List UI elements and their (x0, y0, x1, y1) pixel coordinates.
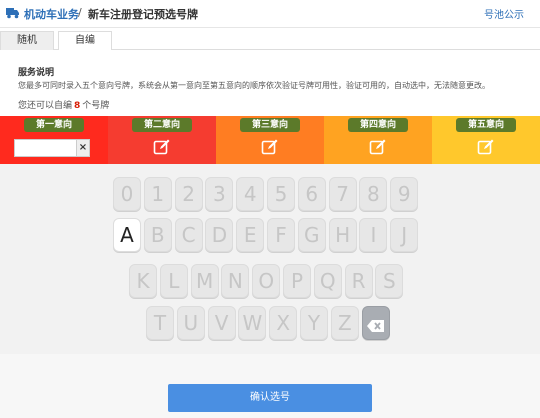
clear-input-button[interactable]: × (76, 139, 90, 157)
key-9[interactable]: 9 (390, 177, 419, 211)
key-l[interactable]: L (159, 264, 188, 298)
intention-label-5: 第五意向 (456, 118, 516, 132)
key-2[interactable]: 2 (174, 177, 203, 211)
edit-icon[interactable] (261, 138, 279, 156)
key-v[interactable]: V (207, 306, 236, 340)
key-c[interactable]: C (174, 218, 203, 252)
intention-slots: 第一意向 × 第二意向 第三意向 第四意向 第五意向 (0, 116, 540, 164)
key-1[interactable]: 1 (143, 177, 172, 211)
intention-slot-1[interactable]: 第一意向 × (0, 116, 108, 164)
edit-icon[interactable] (153, 138, 171, 156)
service-info: 服务说明 您最多可同时录入五个意向号牌，系统会从第一意向至第五意向的顺序依次验证… (0, 50, 540, 116)
tab-random[interactable]: 随机 (0, 31, 54, 51)
confirm-button[interactable]: 确认选号 (168, 384, 372, 412)
truck-icon (6, 8, 19, 19)
key-u[interactable]: U (176, 306, 205, 340)
key-4[interactable]: 4 (236, 177, 265, 211)
intention-label-4: 第四意向 (348, 118, 408, 132)
key-d[interactable]: D (205, 218, 234, 252)
backspace-icon (366, 309, 385, 341)
edit-icon[interactable] (369, 138, 387, 156)
intention-label-3: 第三意向 (240, 118, 300, 132)
key-i[interactable]: I (359, 218, 388, 252)
service-info-title: 服务说明 (18, 68, 55, 78)
key-n[interactable]: N (221, 264, 250, 298)
key-w[interactable]: W (238, 306, 267, 340)
remaining-suffix: 个号牌 (82, 101, 110, 111)
key-m[interactable]: M (190, 264, 219, 298)
delete-key[interactable] (361, 306, 390, 341)
key-z[interactable]: Z (330, 306, 359, 340)
tab-bar: 随机 自编 (0, 28, 540, 51)
key-t[interactable]: T (146, 306, 174, 340)
key-j[interactable]: J (390, 218, 419, 252)
key-g[interactable]: G (297, 218, 326, 252)
key-x[interactable]: X (269, 306, 298, 340)
intention-slot-3[interactable]: 第三意向 (216, 116, 324, 164)
tab-custom[interactable]: 自编 (58, 31, 112, 51)
intention-slot-4[interactable]: 第四意向 (324, 116, 432, 164)
service-info-description: 您最多可同时录入五个意向号牌，系统会从第一意向至第五意向的顺序依次验证号牌可用性… (18, 81, 490, 90)
key-8[interactable]: 8 (359, 177, 388, 211)
remaining-prefix: 您还可以自编 (18, 101, 73, 111)
key-f[interactable]: F (267, 218, 295, 252)
key-q[interactable]: Q (313, 264, 342, 298)
key-y[interactable]: Y (300, 306, 328, 340)
edit-icon[interactable] (477, 138, 495, 156)
key-k[interactable]: K (129, 264, 157, 298)
top-bar: 机动车业务 / 新车注册登记预选号牌 号池公示 (0, 0, 540, 28)
page-title: 新车注册登记预选号牌 (88, 8, 198, 21)
key-0[interactable]: 0 (113, 177, 141, 211)
key-6[interactable]: 6 (297, 177, 326, 211)
key-b[interactable]: B (143, 218, 172, 252)
key-o[interactable]: O (252, 264, 281, 298)
key-a[interactable]: A (113, 218, 141, 252)
key-h[interactable]: H (328, 218, 357, 252)
remaining-count: 8 (74, 101, 81, 111)
key-s[interactable]: S (375, 264, 404, 298)
intention-slot-5[interactable]: 第五意向 (432, 116, 540, 164)
pool-notice-link[interactable]: 号池公示 (484, 6, 524, 21)
remaining-count-text: 您还可以自编 8 个号牌 (18, 98, 109, 111)
breadcrumb-separator: / (78, 6, 82, 19)
intention-label-2: 第二意向 (132, 118, 192, 132)
key-e[interactable]: E (236, 218, 265, 252)
key-3[interactable]: 3 (205, 177, 234, 211)
key-7[interactable]: 7 (328, 177, 357, 211)
key-r[interactable]: R (344, 264, 373, 298)
plate-keyboard: 0123456789 ABCDEFGHIJ KLMNOPQRS TUVWXYZ (0, 164, 540, 354)
key-p[interactable]: P (283, 264, 311, 298)
breadcrumb-vehicle-business[interactable]: 机动车业务 (24, 6, 79, 22)
intention-label-1: 第一意向 (24, 118, 84, 132)
key-5[interactable]: 5 (267, 177, 295, 211)
intention-slot-2[interactable]: 第二意向 (108, 116, 216, 164)
